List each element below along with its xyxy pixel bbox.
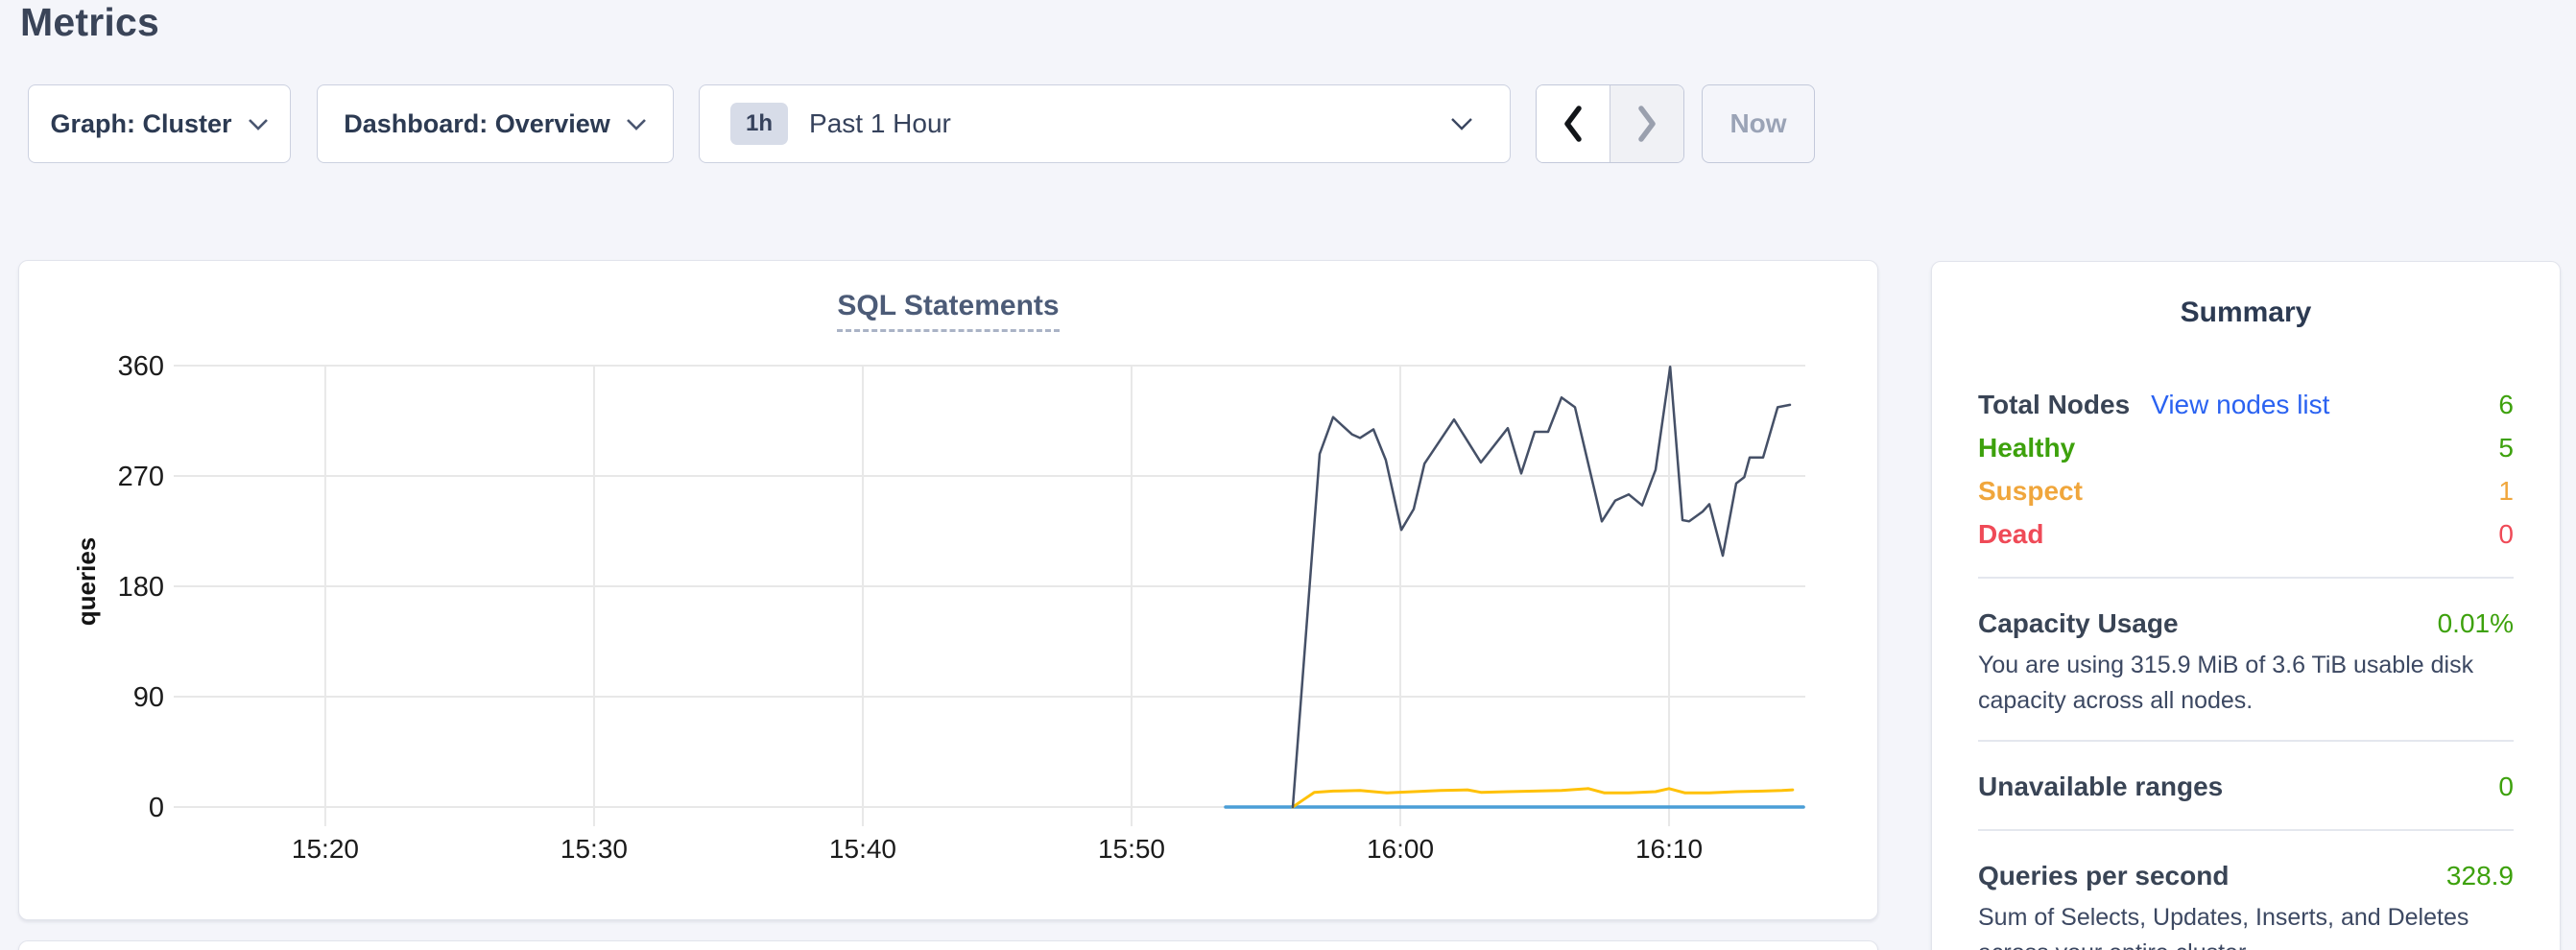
y-tick-label: 270 <box>118 462 164 492</box>
summary-panel: Summary Total Nodes View nodes list 6 He… <box>1931 261 2561 950</box>
dead-nodes-row: Dead 0 <box>1978 512 2514 556</box>
page-title: Metrics <box>20 0 159 45</box>
queries-per-second-row: Queries per second 328.9 <box>1978 854 2514 897</box>
dead-label: Dead <box>1978 519 2043 550</box>
x-tick-label: 15:20 <box>292 834 359 864</box>
y-tick-label: 90 <box>133 682 164 713</box>
capacity-usage-label: Capacity Usage <box>1978 608 2179 639</box>
dashboard-label: Dashboard: Overview <box>344 109 610 139</box>
x-tick-label: 15:30 <box>561 834 628 864</box>
healthy-label: Healthy <box>1978 433 2075 463</box>
dashboard-dropdown[interactable]: Dashboard: Overview <box>317 84 674 163</box>
y-tick-label: 360 <box>118 351 164 382</box>
divider <box>1978 577 2514 579</box>
next-chart-card-partial <box>18 940 1878 950</box>
suspect-nodes-row: Suspect 1 <box>1978 469 2514 512</box>
unavailable-ranges-value: 0 <box>2498 772 2514 802</box>
graph-scope-dropdown[interactable]: Graph: Cluster <box>28 84 291 163</box>
metrics-page: Metrics Graph: Cluster Dashboard: Overvi… <box>0 0 2576 950</box>
time-prev-button[interactable] <box>1537 85 1610 162</box>
chevron-left-icon <box>1561 104 1586 144</box>
healthy-value: 5 <box>2498 433 2514 463</box>
queries-per-second-description: Sum of Selects, Updates, Inserts, and De… <box>1978 900 2514 950</box>
now-button[interactable]: Now <box>1702 84 1815 163</box>
unavailable-ranges-row: Unavailable ranges 0 <box>1978 765 2514 808</box>
time-window-nav <box>1536 84 1684 163</box>
y-tick-label: 180 <box>118 572 164 603</box>
chevron-down-icon <box>626 118 647 131</box>
total-nodes-value: 6 <box>2498 390 2514 420</box>
time-next-button-disabled[interactable] <box>1610 85 1683 162</box>
total-nodes-label: Total Nodes <box>1978 390 2130 420</box>
chevron-down-icon <box>248 118 269 131</box>
x-tick-label: 15:40 <box>829 834 896 864</box>
divider <box>1978 829 2514 831</box>
summary-title: Summary <box>1978 297 2514 329</box>
chevron-down-icon <box>1450 117 1473 131</box>
graph-scope-label: Graph: Cluster <box>50 109 231 139</box>
x-tick-label: 16:10 <box>1635 834 1703 864</box>
capacity-usage-value: 0.01% <box>2438 608 2514 639</box>
capacity-usage-row: Capacity Usage 0.01% <box>1978 602 2514 645</box>
healthy-nodes-row: Healthy 5 <box>1978 426 2514 469</box>
chevron-right-icon <box>1634 104 1659 144</box>
time-range-badge: 1h <box>730 103 788 145</box>
series-yellow <box>1293 789 1793 807</box>
y-tick-label: 0 <box>149 793 164 823</box>
dead-value: 0 <box>2498 519 2514 550</box>
view-nodes-list-link[interactable]: View nodes list <box>2151 390 2329 420</box>
time-range-label: Past 1 Hour <box>809 108 951 139</box>
suspect-value: 1 <box>2498 476 2514 507</box>
chart-plot-area[interactable]: 15:20 15:30 15:40 15:50 16:00 16:10 0 90 180 270 3… <box>97 351 1825 874</box>
unavailable-ranges-label: Unavailable ranges <box>1978 772 2223 802</box>
divider <box>1978 740 2514 742</box>
total-nodes-row: Total Nodes View nodes list 6 <box>1978 383 2514 426</box>
time-range-dropdown[interactable]: 1h Past 1 Hour <box>699 84 1511 163</box>
queries-per-second-value: 328.9 <box>2446 861 2514 891</box>
x-tick-label: 15:50 <box>1098 834 1165 864</box>
x-tick-label: 16:00 <box>1367 834 1434 864</box>
chart-title[interactable]: SQL Statements <box>837 290 1059 332</box>
chart-title-row: SQL Statements <box>19 290 1877 332</box>
queries-per-second-label: Queries per second <box>1978 861 2229 891</box>
capacity-usage-description: You are using 315.9 MiB of 3.6 TiB usabl… <box>1978 648 2514 719</box>
sql-statements-chart-card: SQL Statements queries 15:2015:3015:4015… <box>18 260 1878 920</box>
suspect-label: Suspect <box>1978 476 2083 507</box>
